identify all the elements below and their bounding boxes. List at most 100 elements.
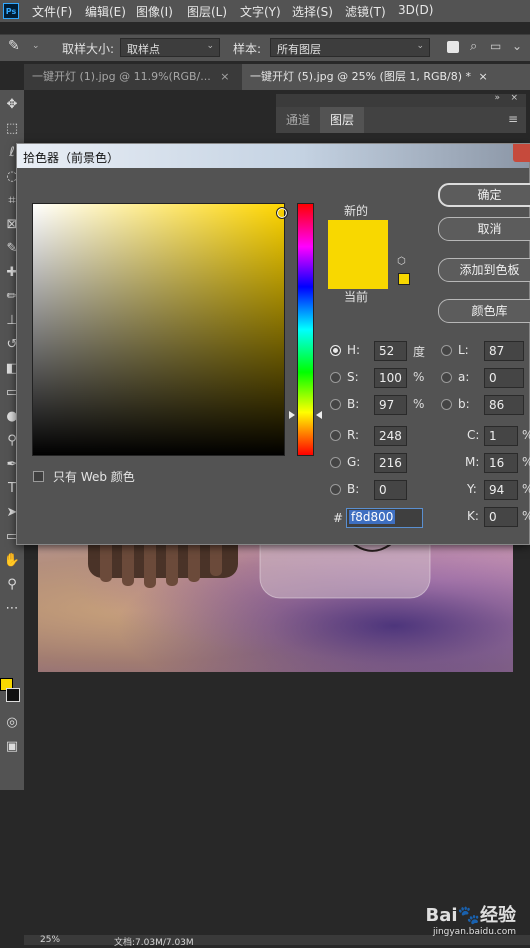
web-colors-label: 只有 Web 颜色 — [53, 470, 135, 484]
menu-edit[interactable]: 编辑(E) — [85, 3, 126, 20]
a-channel-radio[interactable] — [441, 372, 452, 383]
close-icon[interactable]: × — [479, 70, 488, 83]
photoshop-logo: Ps — [3, 3, 19, 19]
hue-arrow-left-icon[interactable] — [289, 411, 295, 419]
dialog-title-bar[interactable]: 拾色器（前景色） — [17, 144, 530, 168]
hue-field[interactable]: 52 — [374, 341, 407, 361]
document-tab-bar: 一键开灯 (1).jpg @ 11.9%(RGB/... × 一键开灯 (5).… — [24, 64, 530, 90]
sample-label: 样本: — [233, 42, 262, 56]
menu-type[interactable]: 文字(Y) — [240, 3, 281, 20]
close-icon[interactable]: × — [220, 70, 229, 83]
show-ring-checkbox[interactable] — [447, 41, 459, 53]
collapse-icon[interactable]: » — [494, 93, 500, 103]
cube-icon[interactable]: ⬡ — [397, 256, 406, 267]
quick-mask-icon[interactable]: ◎ — [1, 712, 23, 734]
menu-image[interactable]: 图像(I) — [136, 3, 173, 20]
menu-layer[interactable]: 图层(L) — [187, 3, 227, 20]
more-tools-icon[interactable]: ⋯ — [1, 598, 23, 620]
sample-value: 所有图层 — [277, 43, 321, 56]
a-channel-field[interactable]: 0 — [484, 368, 524, 388]
sample-select[interactable]: 所有图层 ⌄ — [270, 38, 430, 57]
saturation-radio[interactable] — [330, 372, 341, 383]
magenta-label: M: — [465, 455, 480, 469]
tab-label: 一键开灯 (5).jpg @ 25% (图层 1, RGB/8) * — [250, 70, 472, 83]
hue-arrow-right-icon[interactable] — [316, 411, 322, 419]
zoom-tool-icon[interactable]: ⚲ — [1, 574, 23, 596]
tab-channels[interactable]: 通道 — [276, 107, 320, 133]
hex-value: f8d800 — [349, 510, 396, 524]
menu-filter[interactable]: 滤镜(T) — [345, 3, 386, 20]
b-channel-field[interactable]: 86 — [484, 395, 524, 415]
ok-button[interactable]: 确定 — [438, 183, 530, 207]
black-field[interactable]: 0 — [484, 507, 518, 527]
move-tool-icon[interactable]: ✥ — [1, 94, 23, 116]
magenta-unit: % — [522, 455, 530, 469]
background-color-swatch[interactable] — [6, 688, 20, 702]
cyan-field[interactable]: 1 — [484, 426, 518, 446]
menu-select[interactable]: 选择(S) — [292, 3, 333, 20]
lightness-field[interactable]: 87 — [484, 341, 524, 361]
yellow-label: Y: — [467, 482, 477, 496]
web-safe-swatch[interactable] — [398, 273, 410, 285]
baidu-watermark: Bai🐾经验 jingyan.baidu.com — [426, 901, 516, 937]
a-channel-label: a: — [458, 370, 470, 384]
menu-file[interactable]: 文件(F) — [32, 3, 72, 20]
eyedropper-icon[interactable]: ✎ — [8, 38, 20, 54]
hue-radio[interactable] — [330, 345, 341, 356]
current-color-label: 当前 — [344, 290, 369, 304]
cyan-label: C: — [467, 428, 480, 442]
saturation-brightness-field[interactable] — [32, 203, 288, 456]
dialog-title: 拾色器（前景色） — [23, 151, 120, 165]
brightness-field[interactable]: 97 — [374, 395, 407, 415]
blue-radio[interactable] — [330, 484, 341, 495]
add-to-swatches-button[interactable]: 添加到色板 — [438, 258, 530, 282]
cyan-unit: % — [522, 428, 530, 442]
chevron-down-icon: ⌄ — [206, 41, 214, 51]
lightness-radio[interactable] — [441, 345, 452, 356]
red-radio[interactable] — [330, 430, 341, 441]
zoom-level[interactable]: 25% — [40, 935, 60, 945]
tab-document-1[interactable]: 一键开灯 (1).jpg @ 11.9%(RGB/... × — [24, 64, 236, 90]
close-icon[interactable] — [513, 144, 530, 162]
hex-field[interactable]: f8d800 — [346, 508, 423, 528]
green-radio[interactable] — [330, 457, 341, 468]
hue-slider[interactable] — [297, 203, 314, 456]
cancel-button[interactable]: 取消 — [438, 217, 530, 241]
tab-layers[interactable]: 图层 — [320, 107, 365, 133]
search-icon[interactable]: ⌕ — [470, 39, 477, 54]
watermark-url: jingyan.baidu.com — [432, 927, 516, 937]
hand-tool-icon[interactable]: ✋ — [1, 550, 23, 572]
hex-label: # — [333, 511, 344, 525]
red-field[interactable]: 248 — [374, 426, 407, 446]
color-libraries-button[interactable]: 颜色库 — [438, 299, 530, 323]
b-channel-radio[interactable] — [441, 399, 452, 410]
menu-3d[interactable]: 3D(D) — [398, 3, 433, 17]
screen-mode-icon[interactable]: ▣ — [1, 736, 23, 758]
tab-document-2[interactable]: 一键开灯 (5).jpg @ 25% (图层 1, RGB/8) * × — [242, 64, 530, 90]
saturation-label: S: — [347, 370, 359, 384]
brightness-radio[interactable] — [330, 399, 341, 410]
web-colors-checkbox[interactable] — [33, 471, 44, 482]
panel-menu-icon[interactable]: ≡ — [508, 112, 518, 126]
color-marker[interactable] — [276, 207, 288, 219]
saturation-field[interactable]: 100 — [374, 368, 407, 388]
panel-tabs: 通道 图层 ≡ — [276, 107, 526, 133]
brightness-label: B: — [347, 397, 360, 411]
green-field[interactable]: 216 — [374, 453, 407, 473]
yellow-field[interactable]: 94 — [484, 480, 518, 500]
lightness-label: L: — [458, 343, 469, 357]
document-size: 文档:7.03M/7.03M — [114, 938, 194, 948]
marquee-tool-icon[interactable]: ⬚ — [1, 118, 23, 140]
chevron-down-icon[interactable]: ⌄ — [32, 41, 40, 51]
sample-size-select[interactable]: 取样点 ⌄ — [120, 38, 220, 57]
current-color-swatch[interactable] — [328, 257, 388, 289]
magenta-field[interactable]: 16 — [484, 453, 518, 473]
close-icon[interactable]: × — [510, 93, 518, 103]
chevron-down-icon[interactable]: ⌄ — [512, 39, 522, 53]
new-color-label: 新的 — [344, 204, 369, 218]
hue-unit: 度 — [413, 345, 426, 359]
new-color-swatch — [328, 220, 388, 257]
blue-field[interactable]: 0 — [374, 480, 407, 500]
sample-size-value: 取样点 — [127, 43, 160, 56]
workspace-icon[interactable]: ▭ — [490, 39, 501, 53]
